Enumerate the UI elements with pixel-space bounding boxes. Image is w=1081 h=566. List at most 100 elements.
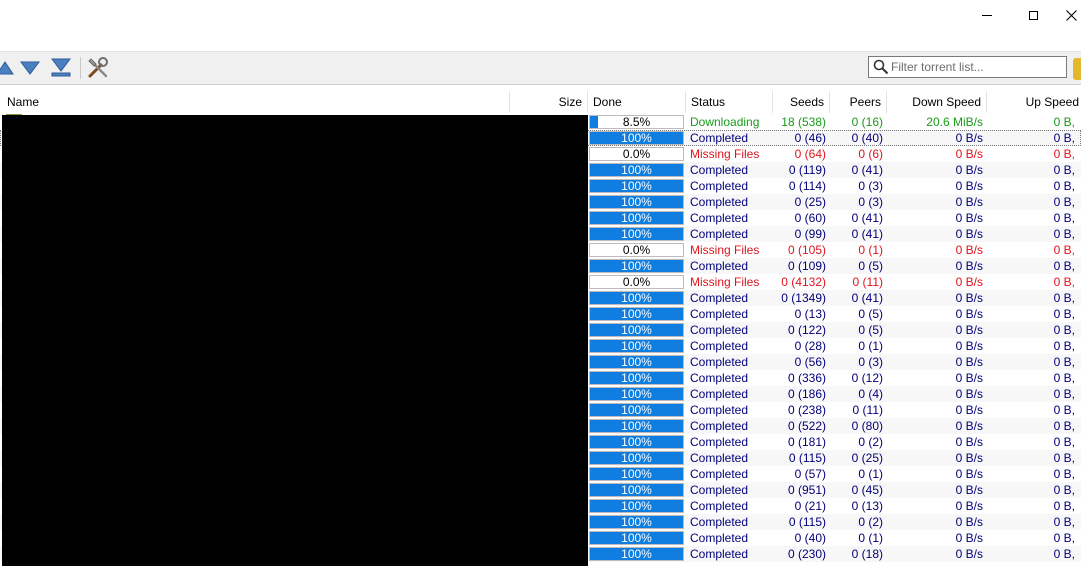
progress-bar: 100% bbox=[589, 195, 684, 209]
seeds-cell: 0 (122) bbox=[787, 323, 826, 337]
status-cell: Completed bbox=[690, 499, 749, 513]
done-cell: 100% bbox=[588, 258, 686, 274]
lock-icon[interactable] bbox=[1073, 58, 1081, 80]
seeds-cell: 0 (238) bbox=[787, 403, 826, 417]
progress-bar: 100% bbox=[589, 259, 684, 273]
status-cell: Completed bbox=[690, 291, 749, 305]
up-speed-cell: 0 B, bbox=[1053, 307, 1075, 321]
done-cell: 100% bbox=[588, 162, 686, 178]
down-speed-cell: 0 B/s bbox=[955, 275, 983, 289]
column-header-status[interactable]: Status bbox=[686, 91, 773, 113]
minimize-button[interactable] bbox=[964, 0, 1010, 30]
down-speed-cell: 0 B/s bbox=[955, 355, 983, 369]
status-cell: Completed bbox=[690, 227, 749, 241]
move-bottom-button[interactable] bbox=[48, 55, 74, 81]
progress-bar: 0.0% bbox=[589, 243, 684, 257]
done-cell: 100% bbox=[588, 130, 686, 146]
progress-bar: 100% bbox=[589, 483, 684, 497]
column-header-down-speed[interactable]: Down Speed bbox=[887, 91, 987, 113]
peers-cell: 0 (18) bbox=[851, 547, 883, 561]
status-cell: Completed bbox=[690, 483, 749, 497]
progress-text: 100% bbox=[621, 179, 652, 193]
up-speed-cell: 0 B, bbox=[1053, 483, 1075, 497]
down-speed-cell: 0 B/s bbox=[955, 259, 983, 273]
progress-bar: 0.0% bbox=[589, 275, 684, 289]
status-cell: Completed bbox=[690, 387, 749, 401]
up-speed-cell: 0 B, bbox=[1053, 515, 1075, 529]
seeds-cell: 0 (40) bbox=[794, 531, 826, 545]
peers-cell: 0 (11) bbox=[852, 403, 883, 417]
column-header-peers[interactable]: Peers bbox=[830, 91, 887, 113]
seeds-cell: 0 (115) bbox=[788, 515, 826, 529]
progress-text: 100% bbox=[621, 227, 652, 241]
peers-cell: 0 (5) bbox=[858, 307, 883, 321]
done-cell: 100% bbox=[588, 450, 686, 466]
peers-cell: 0 (2) bbox=[858, 515, 883, 529]
up-speed-cell: 0 B, bbox=[1053, 227, 1075, 241]
status-cell: Downloading bbox=[690, 115, 760, 129]
peers-cell: 0 (5) bbox=[858, 259, 883, 273]
status-cell: Completed bbox=[690, 419, 749, 433]
progress-text: 0.0% bbox=[622, 147, 651, 161]
up-speed-cell: 0 B, bbox=[1053, 259, 1075, 273]
move-down-button[interactable] bbox=[17, 55, 43, 81]
tools-icon bbox=[88, 57, 108, 78]
seeds-cell: 0 (522) bbox=[787, 419, 826, 433]
redacted-names-area bbox=[2, 115, 588, 566]
progress-text: 100% bbox=[621, 163, 652, 177]
progress-bar: 100% bbox=[589, 387, 684, 401]
progress-text: 100% bbox=[621, 515, 652, 529]
peers-cell: 0 (11) bbox=[852, 275, 883, 289]
progress-bar: 100% bbox=[589, 419, 684, 433]
seeds-cell: 18 (538) bbox=[781, 115, 826, 129]
progress-bar: 100% bbox=[589, 499, 684, 513]
done-cell: 100% bbox=[588, 546, 686, 562]
seeds-cell: 0 (336) bbox=[787, 371, 826, 385]
seeds-cell: 0 (105) bbox=[787, 243, 826, 257]
seeds-cell: 0 (64) bbox=[794, 147, 826, 161]
peers-cell: 0 (3) bbox=[858, 355, 883, 369]
progress-text: 100% bbox=[621, 499, 652, 513]
progress-text: 100% bbox=[621, 467, 652, 481]
options-button[interactable] bbox=[85, 55, 111, 81]
down-speed-cell: 0 B/s bbox=[955, 451, 983, 465]
done-cell: 0.0% bbox=[588, 146, 686, 162]
peers-cell: 0 (80) bbox=[851, 419, 883, 433]
status-cell: Completed bbox=[690, 547, 749, 561]
progress-bar: 100% bbox=[589, 291, 684, 305]
close-button[interactable] bbox=[1056, 0, 1081, 30]
progress-text: 100% bbox=[621, 387, 652, 401]
maximize-button[interactable] bbox=[1010, 0, 1056, 30]
peers-cell: 0 (5) bbox=[858, 323, 883, 337]
filter-input[interactable] bbox=[891, 58, 1063, 76]
seeds-cell: 0 (13) bbox=[794, 307, 826, 321]
progress-bar: 100% bbox=[589, 467, 684, 481]
up-speed-cell: 0 B, bbox=[1053, 179, 1075, 193]
done-cell: 100% bbox=[588, 482, 686, 498]
down-speed-cell: 0 B/s bbox=[955, 227, 983, 241]
column-header-seeds[interactable]: Seeds bbox=[773, 91, 830, 113]
done-cell: 100% bbox=[588, 530, 686, 546]
close-icon bbox=[1066, 9, 1077, 21]
column-header-up-speed[interactable]: Up Speed bbox=[987, 91, 1081, 113]
progress-text: 100% bbox=[621, 547, 652, 561]
filter-box[interactable] bbox=[868, 56, 1067, 78]
progress-bar: 100% bbox=[589, 451, 684, 465]
column-header-done[interactable]: Done bbox=[588, 91, 686, 113]
column-header-size[interactable]: Size bbox=[510, 91, 588, 113]
up-speed-cell: 0 B, bbox=[1053, 419, 1075, 433]
column-header-name[interactable]: Name bbox=[2, 91, 510, 113]
peers-cell: 0 (1) bbox=[858, 339, 883, 353]
move-up-button[interactable] bbox=[0, 55, 18, 81]
seeds-cell: 0 (4132) bbox=[781, 275, 826, 289]
progress-text: 100% bbox=[621, 323, 652, 337]
peers-cell: 0 (13) bbox=[851, 499, 883, 513]
status-cell: Completed bbox=[690, 179, 749, 193]
progress-text: 100% bbox=[621, 131, 652, 145]
progress-text: 100% bbox=[621, 259, 652, 273]
progress-text: 100% bbox=[621, 403, 652, 417]
up-speed-cell: 0 B, bbox=[1053, 387, 1075, 401]
status-cell: Completed bbox=[690, 371, 749, 385]
down-speed-cell: 0 B/s bbox=[955, 483, 983, 497]
progress-text: 0.0% bbox=[622, 243, 651, 257]
